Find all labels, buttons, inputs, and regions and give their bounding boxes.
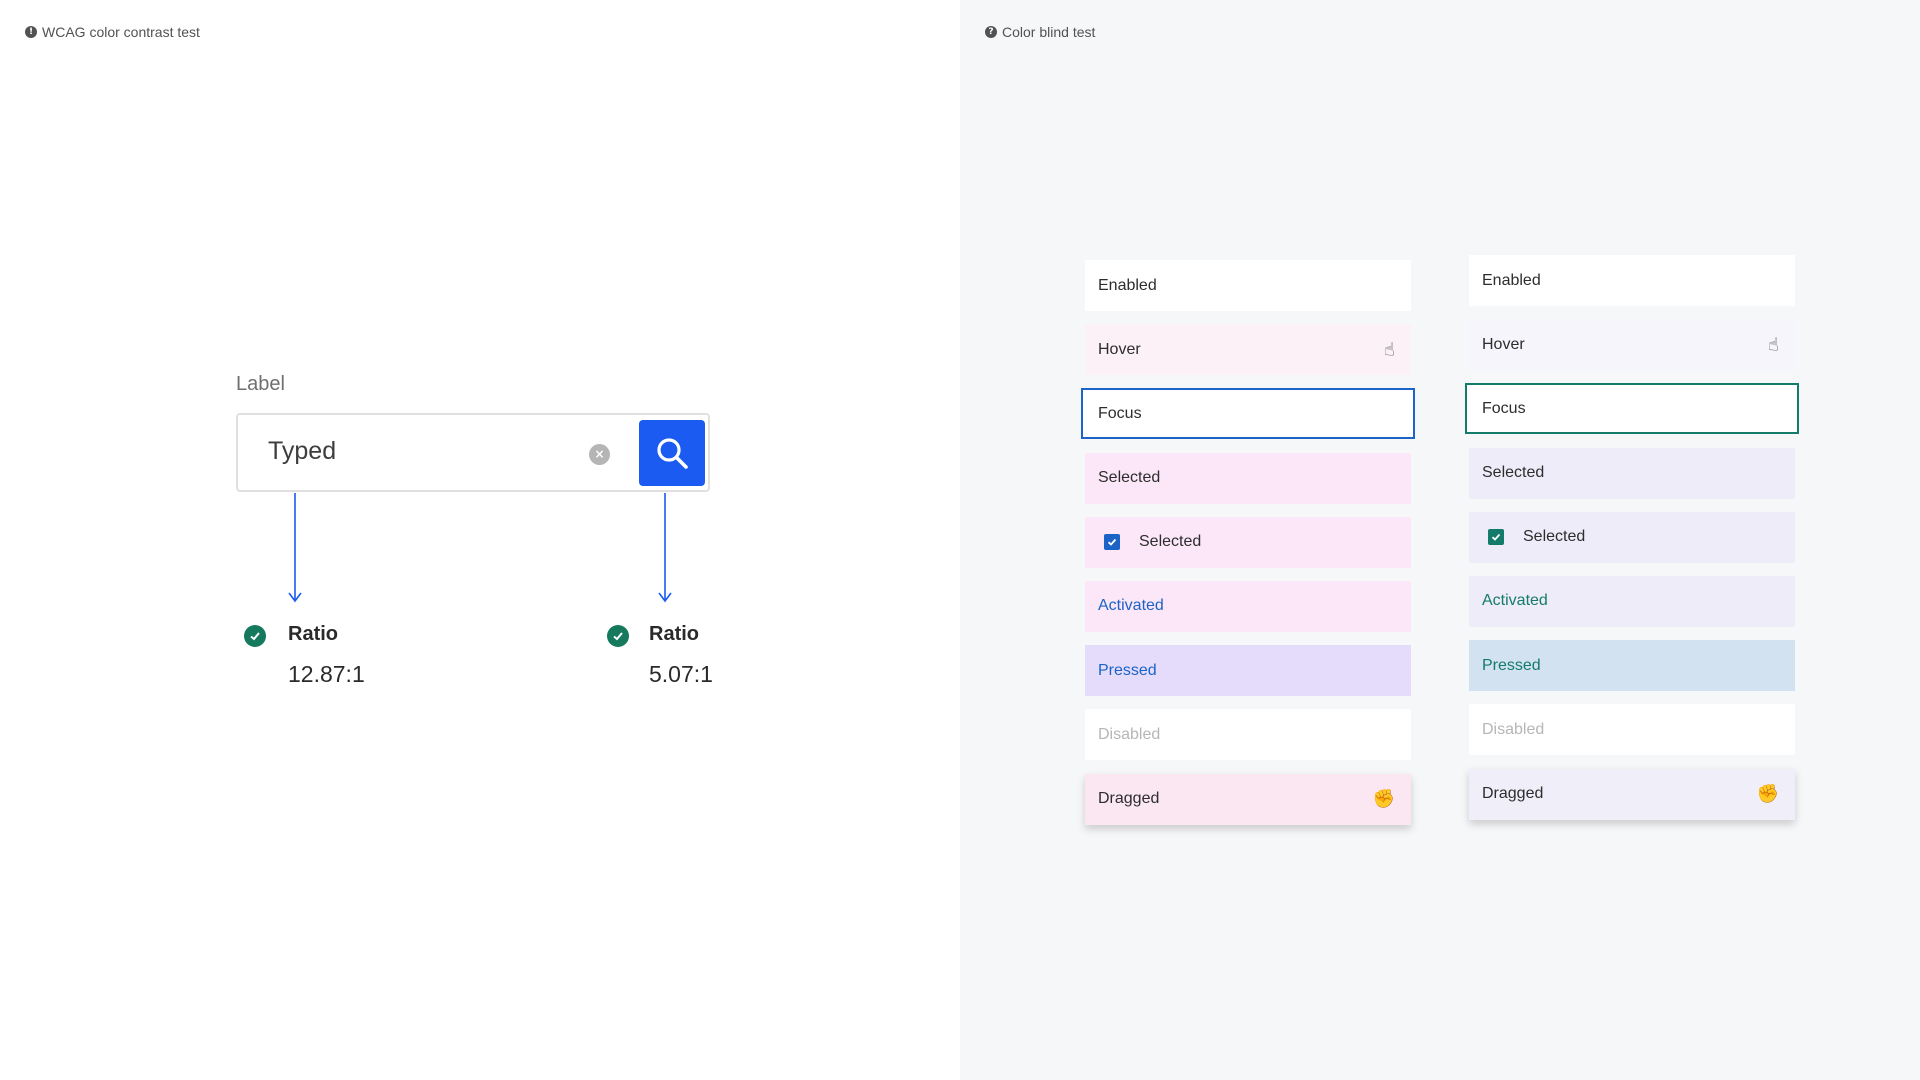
state-label: Focus	[1098, 404, 1142, 422]
ratio-button: Ratio 5.07:1	[607, 623, 767, 693]
state-label: Dragged	[1482, 785, 1544, 802]
search-icon	[657, 438, 688, 469]
grab-hand-icon: ✊	[1372, 788, 1395, 810]
info-icon: !	[25, 26, 37, 38]
arrow-to-button-ratio	[658, 493, 672, 603]
state-label: Dragged	[1098, 790, 1160, 807]
state-activated[interactable]: Activated	[1469, 575, 1795, 627]
ratio-label: Ratio	[649, 623, 699, 645]
state-hover[interactable]: Hover ☝	[1469, 319, 1795, 371]
state-label: Enabled	[1098, 276, 1157, 294]
search-field-label: Label	[236, 373, 285, 395]
state-dragged[interactable]: Dragged ✊	[1085, 773, 1411, 825]
state-selected-checkbox[interactable]: Selected	[1469, 511, 1795, 563]
state-label: Activated	[1098, 597, 1164, 615]
state-label: Enabled	[1482, 271, 1541, 289]
state-disabled: Disabled	[1085, 709, 1411, 761]
colorblind-panel-title: ? Color blind test	[985, 24, 1095, 40]
state-label: Disabled	[1482, 720, 1545, 738]
check-circle-icon	[607, 625, 629, 647]
search-button[interactable]	[639, 420, 705, 486]
clear-icon[interactable]: ×	[589, 444, 610, 465]
contrast-arrows	[288, 493, 672, 603]
pointer-hand-icon: ☝	[1384, 339, 1395, 361]
state-label: Activated	[1482, 592, 1548, 610]
state-label: Focus	[1482, 399, 1526, 417]
ratio-value: 5.07:1	[649, 661, 713, 687]
search-input[interactable]: Typed ×	[236, 413, 710, 492]
state-focus[interactable]: Focus	[1465, 383, 1799, 435]
state-label: Hover	[1098, 340, 1141, 358]
ratio-label: Ratio	[288, 623, 338, 645]
wcag-panel-title: ! WCAG color contrast test	[25, 24, 200, 40]
state-dragged[interactable]: Dragged ✊	[1469, 768, 1795, 820]
state-label: Selected	[1523, 528, 1586, 546]
arrow-to-text-ratio	[288, 493, 302, 603]
state-label: Hover	[1482, 335, 1525, 353]
state-focus[interactable]: Focus	[1081, 388, 1415, 440]
state-label: Selected	[1098, 469, 1161, 487]
state-selected-checkbox[interactable]: Selected	[1085, 516, 1411, 568]
state-pressed[interactable]: Pressed	[1469, 640, 1795, 692]
state-label: Selected	[1482, 464, 1545, 482]
checkbox-checked-icon[interactable]	[1104, 534, 1120, 551]
help-icon: ?	[985, 26, 997, 38]
state-enabled[interactable]: Enabled	[1469, 255, 1795, 306]
state-activated[interactable]: Activated	[1085, 580, 1411, 632]
check-circle-icon	[244, 625, 266, 647]
pointer-hand-icon: ☝	[1768, 334, 1779, 356]
state-disabled: Disabled	[1469, 704, 1795, 756]
wcag-contrast-panel: ! WCAG color contrast test Label Typed ×…	[0, 0, 960, 1080]
checkbox-checked-icon[interactable]	[1488, 529, 1504, 546]
state-hover[interactable]: Hover ☝	[1085, 324, 1411, 376]
state-selected[interactable]: Selected	[1469, 447, 1795, 499]
wcag-title-text: WCAG color contrast test	[42, 24, 200, 40]
state-list-original: Enabled Hover ☝ Focus Selected Selected A…	[1081, 260, 1415, 838]
state-enabled[interactable]: Enabled	[1085, 260, 1411, 311]
state-label: Selected	[1139, 533, 1202, 551]
search-input-value[interactable]: Typed	[268, 437, 336, 466]
state-pressed[interactable]: Pressed	[1085, 645, 1411, 697]
state-selected[interactable]: Selected	[1085, 452, 1411, 504]
state-label: Pressed	[1482, 656, 1541, 674]
state-list-simulated: Enabled Hover ☝ Focus Selected Selected A…	[1465, 255, 1799, 833]
state-label: Pressed	[1098, 661, 1157, 679]
grab-hand-icon: ✊	[1756, 783, 1779, 805]
ratio-text: Ratio 12.87:1	[244, 623, 404, 693]
ratio-value: 12.87:1	[288, 661, 365, 687]
state-label: Disabled	[1098, 725, 1161, 743]
colorblind-title-text: Color blind test	[1002, 24, 1096, 40]
